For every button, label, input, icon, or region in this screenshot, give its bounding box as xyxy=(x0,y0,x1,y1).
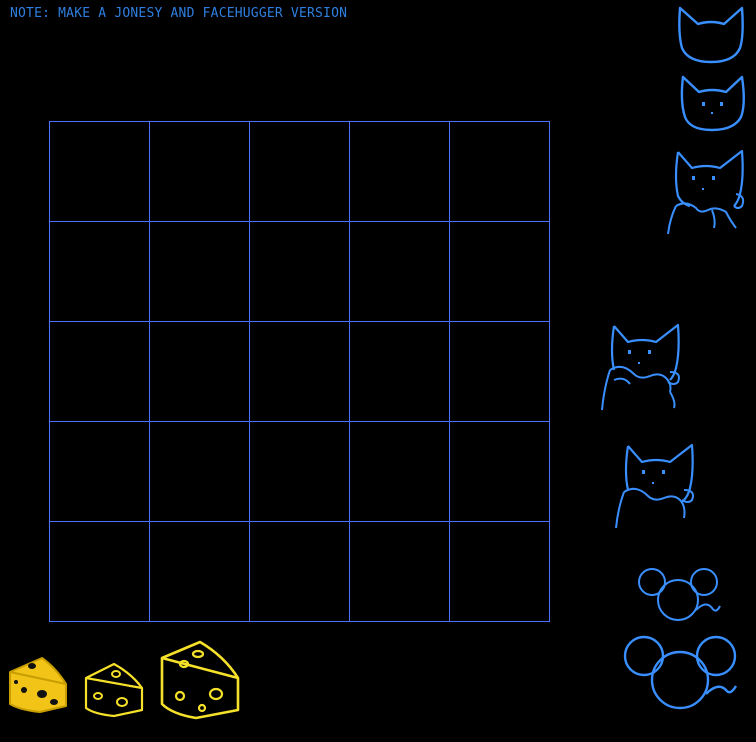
cat-face-icon xyxy=(678,72,748,134)
board-cell-r3-c4[interactable] xyxy=(350,322,450,422)
board-cell-r1-c1[interactable] xyxy=(50,122,150,222)
mouse-icon-large xyxy=(622,632,742,712)
board-cell-r2-c4[interactable] xyxy=(350,222,450,322)
board-cell-r1-c3[interactable] xyxy=(250,122,350,222)
board-cell-r1-c2[interactable] xyxy=(150,122,250,222)
board-cell-r5-c5[interactable] xyxy=(450,522,550,622)
board-cell-r5-c4[interactable] xyxy=(350,522,450,622)
board-cell-r1-c5[interactable] xyxy=(450,122,550,222)
mouse-icon xyxy=(636,564,724,626)
cheese-outline-large-icon xyxy=(158,638,242,720)
cat-eating-icon xyxy=(600,322,684,414)
board-cell-r2-c5[interactable] xyxy=(450,222,550,322)
cat-body-icon xyxy=(664,148,748,238)
board-cell-r3-c5[interactable] xyxy=(450,322,550,422)
board-cell-r3-c3[interactable] xyxy=(250,322,350,422)
board-cell-r3-c1[interactable] xyxy=(50,322,150,422)
board-cell-r1-c4[interactable] xyxy=(350,122,450,222)
board-cell-r5-c1[interactable] xyxy=(50,522,150,622)
board-cell-r4-c2[interactable] xyxy=(150,422,250,522)
cat-eating-icon-2 xyxy=(614,442,698,534)
board-cell-r2-c3[interactable] xyxy=(250,222,350,322)
cat-head-icon xyxy=(676,4,746,66)
board-cell-r4-c5[interactable] xyxy=(450,422,550,522)
board-cell-r4-c4[interactable] xyxy=(350,422,450,522)
board-cell-r4-c3[interactable] xyxy=(250,422,350,522)
cheese-icon xyxy=(6,654,70,716)
game-board-grid[interactable] xyxy=(49,121,550,622)
board-cell-r2-c2[interactable] xyxy=(150,222,250,322)
board-cell-r5-c3[interactable] xyxy=(250,522,350,622)
cheese-outline-icon xyxy=(82,660,146,718)
board-cell-r2-c1[interactable] xyxy=(50,222,150,322)
board-cell-r5-c2[interactable] xyxy=(150,522,250,622)
board-cell-r4-c1[interactable] xyxy=(50,422,150,522)
design-note: NOTE: MAKE A JONESY AND FACEHUGGER VERSI… xyxy=(10,6,348,21)
board-cell-r3-c2[interactable] xyxy=(150,322,250,422)
